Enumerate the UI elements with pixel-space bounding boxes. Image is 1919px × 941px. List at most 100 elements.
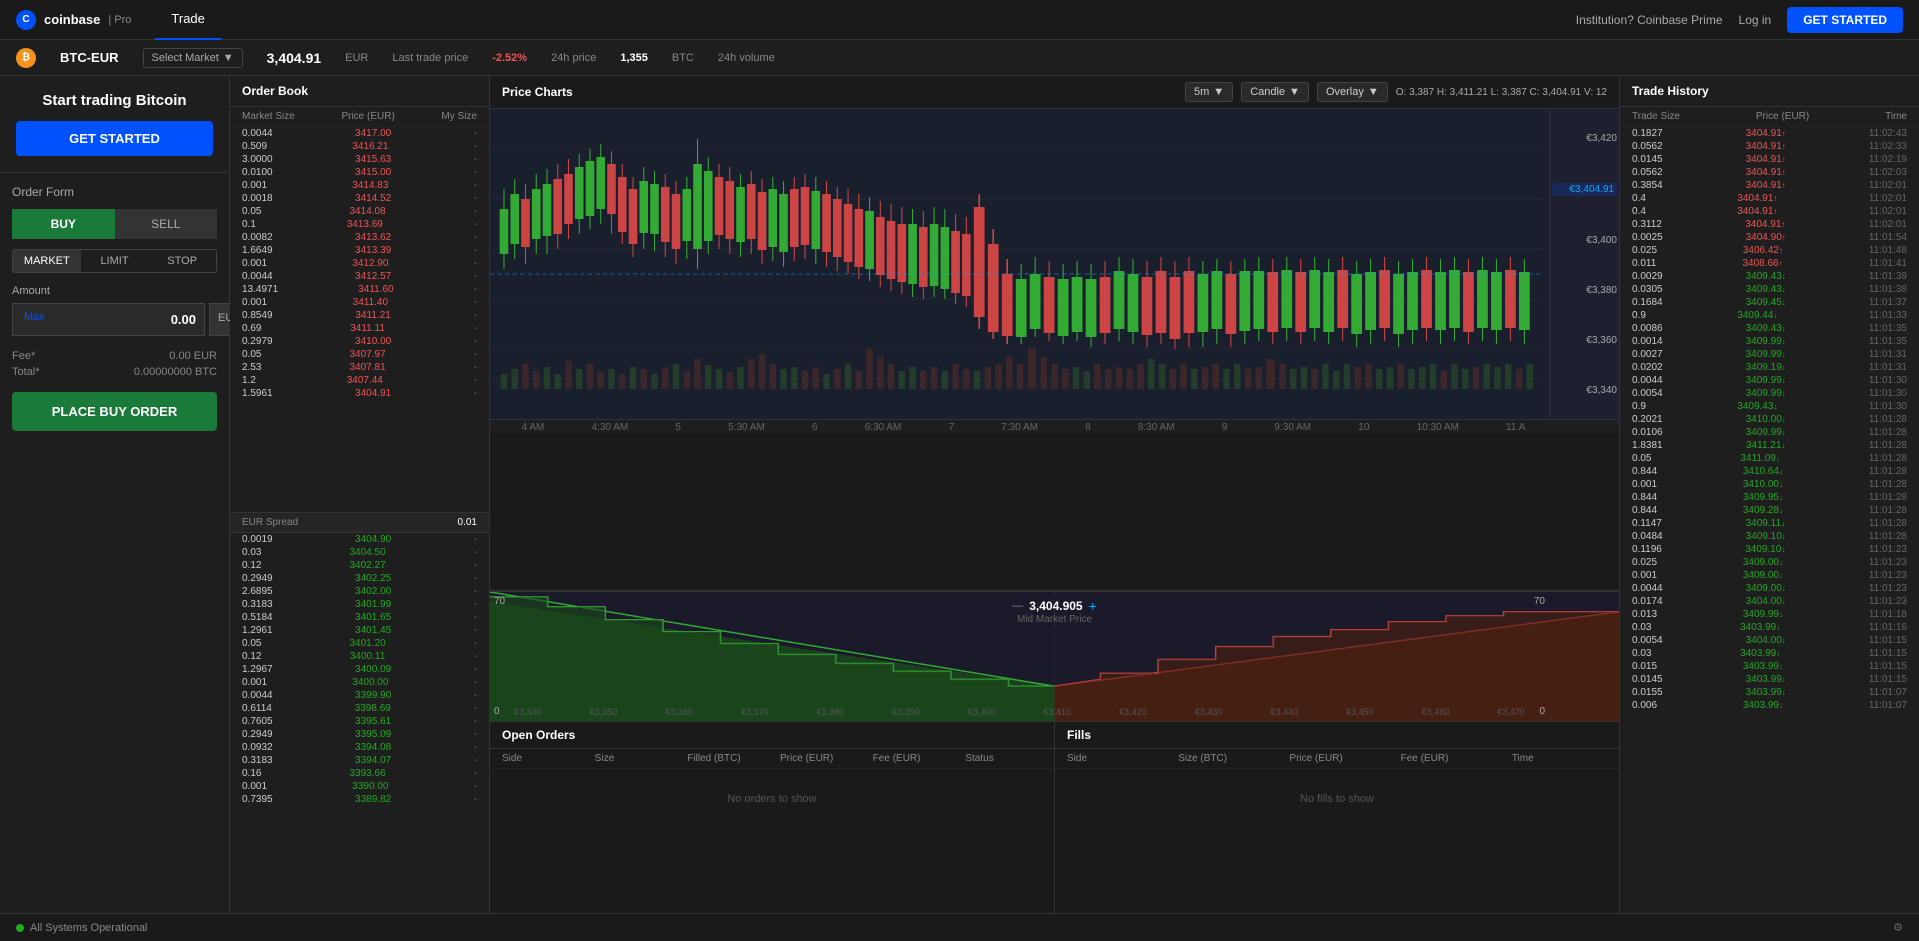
trade-history-row: 0.01743404.00↓11:01:23 xyxy=(1620,595,1919,608)
order-book-bid-row[interactable]: 0.51843401.65- xyxy=(230,611,489,624)
order-book-bid-row[interactable]: 0.123400.11- xyxy=(230,650,489,663)
order-book-ask-row[interactable]: 0.5093416.21- xyxy=(230,140,489,153)
market-order-tab[interactable]: MARKET xyxy=(13,250,81,272)
bid-size: 0.0044 xyxy=(242,690,273,701)
order-book-bid-row[interactable]: 2.68953402.00- xyxy=(230,585,489,598)
trade-history-row: 0.0253406.42↑11:01:48 xyxy=(1620,244,1919,257)
order-book-ask-row[interactable]: 0.13413.69- xyxy=(230,218,489,231)
order-book-bid-row[interactable]: 0.29493395.09- xyxy=(230,728,489,741)
order-book-ask-row[interactable]: 0.00823413.62- xyxy=(230,231,489,244)
order-book-ask-row[interactable]: 1.66493413.39- xyxy=(230,244,489,257)
order-book-bid-row[interactable]: 0.76053395.61- xyxy=(230,715,489,728)
trade-size: 0.2021 xyxy=(1632,414,1663,425)
limit-order-tab[interactable]: LIMIT xyxy=(81,250,149,272)
order-book-ask-row[interactable]: 0.01003415.00- xyxy=(230,166,489,179)
order-book-bid-row[interactable]: 0.31833401.99- xyxy=(230,598,489,611)
arrow-down-icon: ↓ xyxy=(1779,467,1783,476)
login-button[interactable]: Log in xyxy=(1739,13,1772,27)
status-bar: All Systems Operational ⚙ xyxy=(0,913,1919,941)
order-book-bid-row[interactable]: 0.123402.27- xyxy=(230,559,489,572)
order-book-ask-row[interactable]: 0.00443412.57- xyxy=(230,270,489,283)
order-book-ask-row[interactable]: 0.0013411.40- xyxy=(230,296,489,309)
order-book-ask-row[interactable]: 1.59613404.91- xyxy=(230,387,489,400)
time-label-6: 7 xyxy=(949,422,955,433)
order-book-bid-row[interactable]: 0.053401.20- xyxy=(230,637,489,650)
trade-history-row: 0.053411.09↓11:01:28 xyxy=(1620,452,1919,465)
sell-tab[interactable]: SELL xyxy=(115,209,218,239)
trade-history-row: 0.01063409.99↓11:01:28 xyxy=(1620,426,1919,439)
order-book-ask-row[interactable]: 2.533407.81- xyxy=(230,361,489,374)
trade-price: 3403.99↓ xyxy=(1740,622,1780,633)
trade-history-row: 0.18273404.91↑11:02:43 xyxy=(1620,127,1919,140)
order-book-bid-row[interactable]: 0.31833394.07- xyxy=(230,754,489,767)
trade-price: 3409.45↓ xyxy=(1746,297,1786,308)
ask-price: 3407.44 xyxy=(347,375,383,386)
order-book-ask-row[interactable]: 0.29793410.00- xyxy=(230,335,489,348)
order-book-ask-row[interactable]: 0.053407.97- xyxy=(230,348,489,361)
trade-history-row: 0.02023409.19↓11:01:31 xyxy=(1620,361,1919,374)
place-order-button[interactable]: PLACE BUY ORDER xyxy=(12,392,217,431)
trade-price: 3409.28↓ xyxy=(1743,505,1783,516)
get-started-button[interactable]: GET STARTED xyxy=(1787,7,1903,33)
order-book-bid-row[interactable]: 0.0013390.00- xyxy=(230,780,489,793)
time-label-8: 8 xyxy=(1085,422,1091,433)
ask-price: 3413.62 xyxy=(355,232,391,243)
order-book-ask-row[interactable]: 0.00183414.52- xyxy=(230,192,489,205)
institution-link[interactable]: Institution? Coinbase Prime xyxy=(1576,13,1723,27)
arrow-up-icon: ↑ xyxy=(1782,129,1786,138)
order-book-ask-row[interactable]: 1.23407.44- xyxy=(230,374,489,387)
overlay-dropdown[interactable]: Overlay ▼ xyxy=(1317,82,1388,102)
arrow-down-icon: ↓ xyxy=(1782,389,1786,398)
time-label-10: 9 xyxy=(1222,422,1228,433)
order-book-bid-row[interactable]: 0.0013400.00- xyxy=(230,676,489,689)
order-book-ask-row[interactable]: 0.053414.08- xyxy=(230,205,489,218)
order-book-ask-row[interactable]: 0.0013412.90- xyxy=(230,257,489,270)
bid-price: 3393.66 xyxy=(349,768,385,779)
sidebar-get-started-button[interactable]: GET STARTED xyxy=(16,121,213,156)
buy-sell-tabs: BUY SELL xyxy=(12,209,217,239)
order-book-ask-row[interactable]: 0.85493411.21- xyxy=(230,309,489,322)
order-book-bid-row[interactable]: 0.61143398.69- xyxy=(230,702,489,715)
order-book-ask-row[interactable]: 0.00443417.00- xyxy=(230,127,489,140)
timeframe-dropdown[interactable]: 5m ▼ xyxy=(1185,82,1233,102)
fee-value: 0.00 EUR xyxy=(169,350,217,362)
order-book-bid-row[interactable]: 1.29613401.45- xyxy=(230,624,489,637)
trade-history-header: Trade History xyxy=(1620,76,1919,107)
select-market-button[interactable]: Select Market ▼ xyxy=(143,48,243,68)
ask-my-size: - xyxy=(474,388,477,399)
bid-price: 3404.50 xyxy=(349,547,385,558)
chart-type-dropdown[interactable]: Candle ▼ xyxy=(1241,82,1309,102)
max-link[interactable]: Max xyxy=(24,311,45,323)
order-book-bid-row[interactable]: 1.29673400.09- xyxy=(230,663,489,676)
order-book-bid-row[interactable]: 0.033404.50- xyxy=(230,546,489,559)
order-book-bid-row[interactable]: 0.09323394.08- xyxy=(230,741,489,754)
trade-size: 0.011 xyxy=(1632,258,1656,269)
nav-tab-trade[interactable]: Trade xyxy=(155,0,220,40)
order-book-bid-row[interactable]: 0.29493402.25- xyxy=(230,572,489,585)
trade-history-row: 0.00543404.00↓11:01:15 xyxy=(1620,634,1919,647)
settings-icon[interactable]: ⚙ xyxy=(1893,921,1903,934)
ask-my-size: - xyxy=(474,271,477,282)
bid-my-size: - xyxy=(474,703,477,714)
ask-my-size: - xyxy=(474,310,477,321)
trade-size: 0.0562 xyxy=(1632,141,1663,152)
order-book-ask-row[interactable]: 0.693411.11- xyxy=(230,322,489,335)
stop-order-tab[interactable]: STOP xyxy=(148,250,216,272)
bid-my-size: - xyxy=(474,690,477,701)
trade-price: 3404.00↓ xyxy=(1746,596,1786,607)
order-book-bid-row[interactable]: 0.163393.66- xyxy=(230,767,489,780)
depth-chart xyxy=(490,592,1619,721)
order-book-bid-row[interactable]: 0.00193404.90- xyxy=(230,533,489,546)
order-book-ask-row[interactable]: 13.49713411.60- xyxy=(230,283,489,296)
depth-right-val: 70 xyxy=(1534,596,1545,607)
buy-tab[interactable]: BUY xyxy=(12,209,115,239)
bid-size: 0.05 xyxy=(242,638,261,649)
trade-size: 0.844 xyxy=(1632,492,1657,503)
order-book-bid-row[interactable]: 0.73953389.82- xyxy=(230,793,489,806)
ask-my-size: - xyxy=(474,336,477,347)
order-book-ask-row[interactable]: 3.00003415.63- xyxy=(230,153,489,166)
amount-input-row: Max EUR xyxy=(12,303,217,336)
status-indicator: All Systems Operational xyxy=(16,922,147,934)
order-book-ask-row[interactable]: 0.0013414.83- xyxy=(230,179,489,192)
order-book-bid-row[interactable]: 0.00443399.90- xyxy=(230,689,489,702)
